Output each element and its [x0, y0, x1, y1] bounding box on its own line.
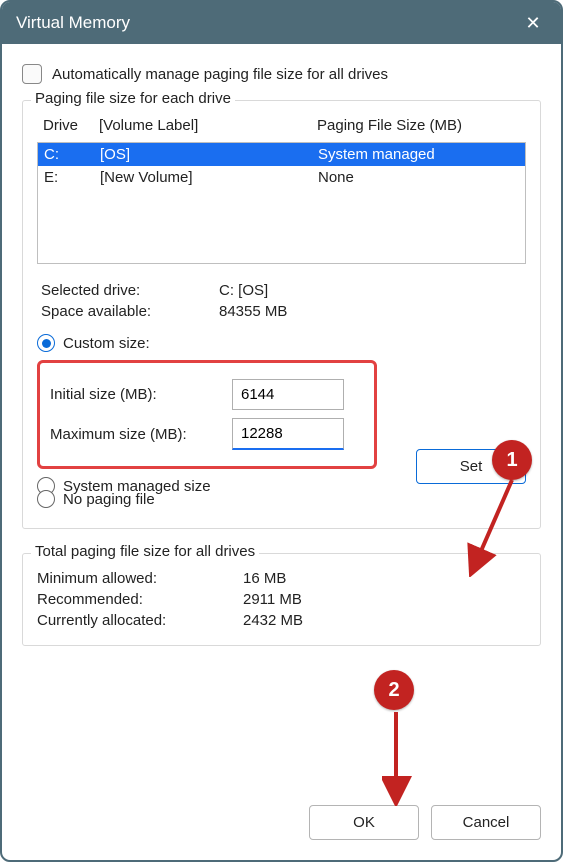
selected-drive-info: Selected drive: C: [OS] Space available:…: [41, 282, 522, 320]
min-allowed-value: 16 MB: [243, 570, 286, 587]
annotation-arrow-1: [464, 475, 524, 577]
paging-per-drive-group: Paging file size for each drive Drive [V…: [22, 100, 541, 529]
min-allowed-label: Minimum allowed:: [37, 570, 243, 587]
col-header-drive: Drive: [43, 117, 99, 134]
radio-icon[interactable]: [37, 490, 55, 508]
allocated-value: 2432 MB: [243, 612, 303, 629]
drive-list[interactable]: C: [OS] System managed E: [New Volume] N…: [37, 142, 526, 264]
drive-volume: [New Volume]: [100, 169, 318, 186]
cancel-button[interactable]: Cancel: [431, 805, 541, 840]
selected-drive-label: Selected drive:: [41, 282, 219, 299]
radio-custom-size[interactable]: Custom size:: [37, 334, 526, 352]
radio-none-label: No paging file: [63, 491, 155, 508]
col-header-volume: [Volume Label]: [99, 117, 317, 134]
radio-no-paging[interactable]: No paging file: [37, 490, 526, 508]
selected-drive-value: C: [OS]: [219, 282, 268, 299]
recommended-value: 2911 MB: [243, 591, 302, 608]
ok-button[interactable]: OK: [309, 805, 419, 840]
drive-row[interactable]: E: [New Volume] None: [38, 166, 525, 189]
drive-letter: C:: [44, 146, 100, 163]
dialog-footer: OK Cancel: [2, 789, 561, 860]
space-available-label: Space available:: [41, 303, 219, 320]
drive-row[interactable]: C: [OS] System managed: [38, 143, 525, 166]
initial-size-input[interactable]: [232, 379, 344, 410]
auto-manage-row[interactable]: Automatically manage paging file size fo…: [22, 64, 541, 84]
max-size-label: Maximum size (MB):: [50, 426, 232, 443]
allocated-label: Currently allocated:: [37, 612, 243, 629]
auto-manage-checkbox[interactable]: [22, 64, 42, 84]
drive-volume: [OS]: [100, 146, 318, 163]
group-legend: Paging file size for each drive: [31, 90, 235, 107]
max-size-input[interactable]: [232, 418, 344, 450]
drive-paging-size: None: [318, 169, 519, 186]
radio-custom-label: Custom size:: [63, 335, 150, 352]
auto-manage-label: Automatically manage paging file size fo…: [52, 66, 388, 83]
titlebar: Virtual Memory ✕: [2, 2, 561, 44]
space-available-value: 84355 MB: [219, 303, 287, 320]
group-legend: Total paging file size for all drives: [31, 543, 259, 560]
initial-size-label: Initial size (MB):: [50, 386, 232, 403]
recommended-label: Recommended:: [37, 591, 243, 608]
drive-list-header: Drive [Volume Label] Paging File Size (M…: [37, 117, 526, 134]
annotation-arrow-2: [382, 710, 412, 806]
radio-icon[interactable]: [37, 334, 55, 352]
drive-letter: E:: [44, 169, 100, 186]
annotation-bubble-2: 2: [374, 670, 414, 710]
annotation-bubble-1: 1: [492, 440, 532, 480]
close-icon[interactable]: ✕: [519, 13, 547, 34]
virtual-memory-dialog: Virtual Memory ✕ Automatically manage pa…: [0, 0, 563, 862]
drive-paging-size: System managed: [318, 146, 519, 163]
col-header-size: Paging File Size (MB): [317, 117, 520, 134]
window-title: Virtual Memory: [16, 13, 519, 33]
